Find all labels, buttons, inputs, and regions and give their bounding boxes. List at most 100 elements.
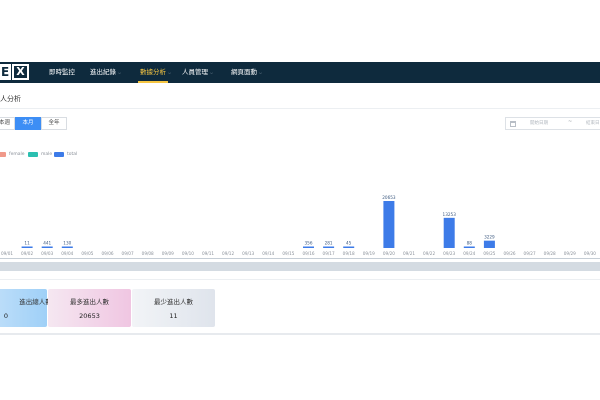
bar-data-label: 3229: [484, 235, 495, 240]
x-tick-label: 09/04: [61, 251, 73, 256]
legend-item-male[interactable]: male: [28, 151, 52, 157]
date-start-input[interactable]: 開始日期: [530, 120, 548, 126]
date-separator: ~: [568, 119, 573, 125]
x-tick-label: 09/22: [423, 251, 435, 256]
nav-item-access-records[interactable]: 進出紀錄 ⌵: [90, 62, 121, 83]
x-tick-label: 09/12: [222, 251, 234, 256]
nav-item-label: 人員管理: [182, 68, 208, 76]
x-tick-label: 09/14: [262, 251, 274, 256]
calendar-icon: [510, 121, 516, 127]
x-tick-label: 09/25: [483, 251, 495, 256]
stat-label: 最多進出人數: [70, 298, 109, 306]
legend-label: female: [9, 151, 25, 157]
x-tick-label: 09/26: [503, 251, 515, 256]
chart-bar[interactable]: [483, 240, 495, 248]
x-tick-label: 09/21: [403, 251, 415, 256]
bar-data-label: 130: [63, 241, 71, 246]
x-tick-label: 09/18: [343, 251, 355, 256]
stat-label: 最少進出人數: [154, 298, 193, 306]
chart-bar[interactable]: [323, 246, 335, 249]
nav-item-label: 網頁面動: [231, 68, 257, 76]
x-tick-label: 09/07: [122, 251, 134, 256]
x-tick-label: 09/09: [162, 251, 174, 256]
logo[interactable]: E X: [0, 64, 29, 80]
x-tick-label: 09/06: [101, 251, 113, 256]
chart-bar[interactable]: [41, 246, 53, 249]
chart-bar[interactable]: [463, 246, 475, 249]
legend-label: male: [41, 151, 53, 157]
x-tick-label: 09/03: [41, 251, 53, 256]
nav-item-label: 進出紀錄: [90, 68, 116, 76]
x-tick-label: 09/08: [142, 251, 154, 256]
legend-label: total: [67, 151, 78, 157]
nav-item-label: 數據分析: [140, 68, 166, 76]
stat-card-min: 最少進出人數 11: [132, 289, 215, 327]
x-tick-label: 09/01: [1, 251, 13, 256]
stat-value: 11: [169, 312, 178, 320]
chart-baseline: [0, 258, 600, 259]
range-button-month[interactable]: 本月: [15, 117, 41, 130]
legend-item-total[interactable]: total: [54, 151, 77, 157]
section-divider: [0, 279, 600, 280]
bottom-divider: [0, 333, 600, 335]
title-divider: [0, 108, 600, 109]
legend-swatch: [54, 151, 64, 157]
chart-bar[interactable]: [61, 246, 73, 249]
chart-bar[interactable]: [383, 201, 395, 248]
bar-data-label: 88: [467, 241, 473, 246]
app-root: E X 即時監控 進出紀錄 ⌵ 數據分析 ⌵ 人員管理 ⌵ 網頁面動 ⌵ 人分析 本週 …: [0, 0, 600, 400]
bar-data-label: 11: [24, 241, 30, 246]
x-tick-label: 09/30: [584, 251, 596, 256]
x-tick-label: 09/02: [21, 251, 33, 256]
bar-data-label: 20653: [382, 195, 396, 200]
active-nav-indicator: [138, 81, 168, 83]
x-tick-label: 09/23: [443, 251, 455, 256]
logo-mark: X: [12, 64, 29, 80]
chart-bar[interactable]: [343, 246, 355, 249]
bar-data-label: 281: [325, 241, 333, 246]
bar-data-label: 13253: [443, 212, 457, 217]
x-tick-label: 09/17: [323, 251, 335, 256]
nav-item-data-analysis[interactable]: 數據分析 ⌵: [140, 62, 171, 83]
chevron-down-icon: ⌵: [259, 70, 263, 75]
range-button-week[interactable]: 本週: [0, 117, 15, 130]
bar-data-label: 356: [305, 241, 313, 246]
stat-card-max: 最多進出人數 20653: [48, 289, 131, 327]
x-tick-label: 09/11: [202, 251, 214, 256]
chart-bar[interactable]: [303, 246, 314, 249]
date-range-picker[interactable]: 開始日期 ~ 結束日: [505, 117, 600, 130]
x-tick-label: 09/29: [564, 251, 576, 256]
legend-item-female[interactable]: female: [0, 151, 25, 157]
logo-text: E: [0, 64, 12, 80]
x-tick-label: 09/13: [242, 251, 254, 256]
x-tick-label: 09/16: [302, 251, 314, 256]
chart-bar[interactable]: [443, 217, 455, 248]
nav-item-personnel[interactable]: 人員管理 ⌵: [182, 62, 213, 83]
x-tick-label: 09/28: [544, 251, 556, 256]
nav-item-web-interaction[interactable]: 網頁面動 ⌵: [231, 62, 262, 83]
stat-card-total: 進出總人數 0: [0, 289, 52, 327]
x-tick-label: 09/20: [383, 251, 395, 256]
x-tick-label: 09/27: [524, 251, 536, 256]
data-zoom-slider[interactable]: [0, 262, 600, 271]
page-title: 人分析: [0, 95, 21, 103]
bar-chart: 09/01 09/02 09/03 09/04 09/05 09/06 09/07 09/08…: [1, 195, 596, 256]
bar-data-label: 441: [43, 241, 51, 246]
top-navbar: E X 即時監控 進出紀錄 ⌵ 數據分析 ⌵ 人員管理 ⌵ 網頁面動 ⌵: [0, 62, 600, 83]
x-tick-label: 09/10: [182, 251, 194, 256]
range-button-year[interactable]: 全年: [41, 117, 67, 130]
legend-swatch: [0, 151, 6, 157]
stat-value: 20653: [79, 312, 100, 320]
nav-item-realtime-monitor[interactable]: 即時監控: [49, 62, 75, 83]
date-end-input[interactable]: 結束日: [586, 120, 600, 126]
stat-value: 0: [3, 312, 9, 320]
x-tick-label: 09/05: [81, 251, 93, 256]
chevron-down-icon: ⌵: [118, 70, 122, 75]
chart-bar[interactable]: [21, 246, 33, 249]
chevron-down-icon: ⌵: [210, 70, 214, 75]
x-tick-label: 09/15: [282, 251, 294, 256]
chevron-down-icon: ⌵: [168, 70, 172, 75]
bar-data-label: 45: [346, 241, 352, 246]
x-tick-label: 09/24: [463, 251, 475, 256]
legend-swatch: [28, 151, 38, 157]
